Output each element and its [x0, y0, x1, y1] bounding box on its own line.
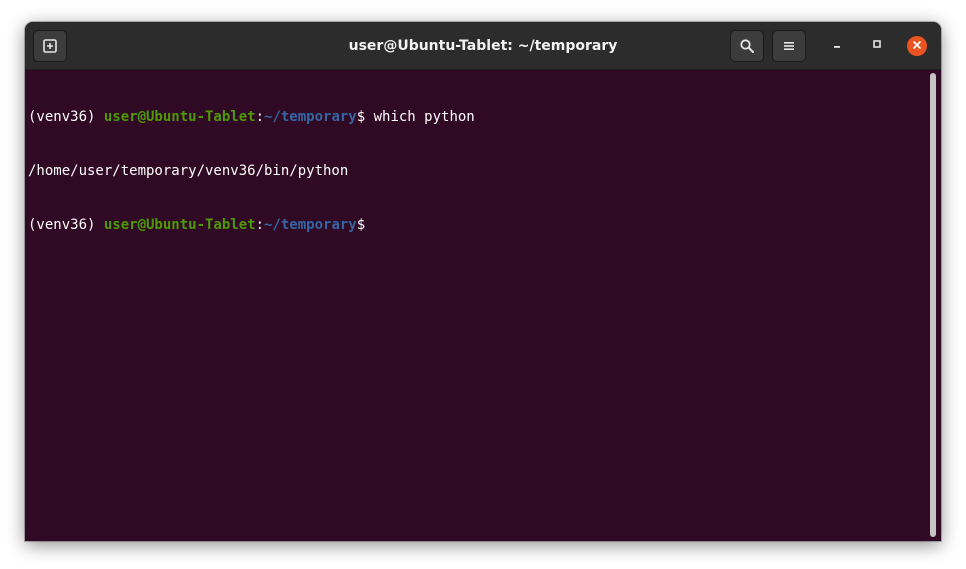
minimize-icon: [831, 37, 843, 55]
prompt-line: (venv36) user@Ubuntu-Tablet:~/temporary$…: [28, 108, 926, 126]
menu-button[interactable]: [772, 30, 806, 62]
prompt-separator: :: [255, 109, 265, 125]
prompt-path: ~/temporary: [264, 217, 357, 233]
terminal-window: user@Ubuntu-Tablet: ~/temporary (venv36)…: [25, 22, 941, 541]
titlebar[interactable]: user@Ubuntu-Tablet: ~/temporary: [25, 22, 941, 70]
new-tab-button[interactable]: [33, 30, 67, 62]
prompt-path: ~/temporary: [264, 109, 357, 125]
close-icon: [912, 37, 922, 55]
search-button[interactable]: [730, 30, 764, 62]
maximize-button[interactable]: [867, 36, 887, 56]
prompt-user-host: user@Ubuntu-Tablet: [103, 217, 256, 233]
command-output: /home/user/temporary/venv36/bin/python: [28, 163, 349, 179]
terminal-output[interactable]: (venv36) user@Ubuntu-Tablet:~/temporary$…: [28, 72, 926, 538]
prompt-dollar: $: [356, 109, 374, 125]
venv-indicator: (venv36): [28, 217, 104, 233]
prompt-user-host: user@Ubuntu-Tablet: [103, 109, 256, 125]
scrollbar[interactable]: [930, 73, 936, 537]
maximize-icon: [871, 37, 883, 55]
command-text: which python: [373, 109, 475, 125]
prompt-dollar: $: [356, 217, 366, 233]
prompt-separator: :: [255, 217, 265, 233]
close-button[interactable]: [907, 36, 927, 56]
venv-indicator: (venv36): [28, 109, 104, 125]
new-tab-icon: [42, 38, 58, 54]
minimize-button[interactable]: [827, 36, 847, 56]
search-icon: [739, 38, 755, 54]
output-line: /home/user/temporary/venv36/bin/python: [28, 162, 926, 180]
prompt-line: (venv36) user@Ubuntu-Tablet:~/temporary$: [28, 216, 926, 234]
hamburger-menu-icon: [782, 39, 796, 53]
